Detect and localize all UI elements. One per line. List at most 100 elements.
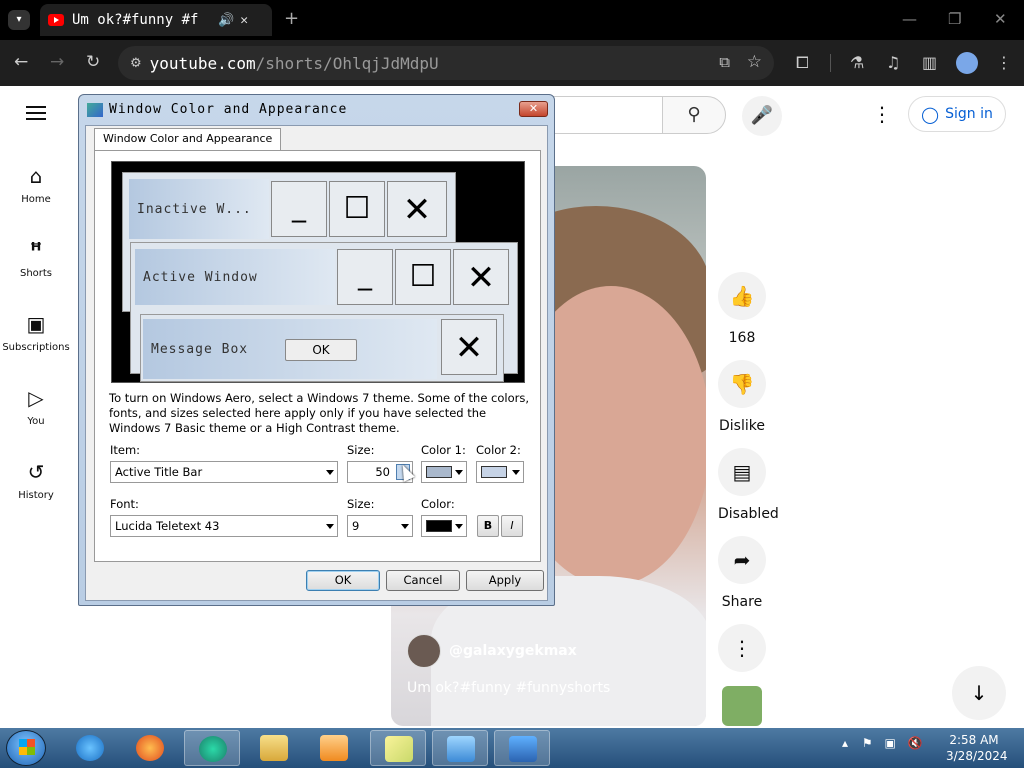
personalization-icon [509, 736, 537, 762]
italic-button[interactable]: I [501, 515, 523, 537]
cancel-button[interactable]: Cancel [386, 570, 460, 591]
font-color-label: Color: [421, 497, 455, 511]
dialog-title: Window Color and Appearance [109, 102, 348, 117]
chevron-down-icon [326, 524, 334, 529]
bookmark-star-icon[interactable]: ☆ [747, 52, 762, 72]
internet-explorer-icon [76, 735, 104, 761]
back-arrow-icon[interactable]: ← [14, 52, 28, 72]
voice-search-button[interactable]: 🎤 [742, 96, 782, 136]
folder-icon [260, 735, 288, 761]
thumbs-down-icon[interactable]: 👎 [718, 360, 766, 408]
more-options-icon[interactable]: ⋮ [872, 102, 892, 126]
taskbar-firefox[interactable] [122, 730, 178, 766]
sidebar-item-home[interactable]: ⌂ Home [0, 164, 72, 205]
item-select[interactable]: Active Title Bar [110, 461, 338, 483]
tray-expand-icon[interactable]: ▴ [842, 736, 848, 750]
tab-close-icon[interactable]: ✕ [240, 13, 248, 28]
preview-message-box[interactable]: Message Box OK ✕ [140, 314, 504, 382]
windows-logo-icon [19, 739, 35, 755]
chrome-menu-icon[interactable]: ⋮ [996, 53, 1012, 72]
labs-flask-icon[interactable]: ⚗ [850, 53, 864, 72]
chevron-down-icon [455, 470, 463, 475]
appearance-preview[interactable]: Inactive W... _ ☐ ✕ Active Window _ ☐ ✕ … [111, 161, 525, 383]
taskbar-sticky-notes[interactable] [370, 730, 426, 766]
next-video-button[interactable]: ↓ [952, 666, 1006, 720]
taskbar-personalization[interactable] [494, 730, 550, 766]
comment-icon[interactable]: ▤ [718, 448, 766, 496]
extensions-icon[interactable]: ⧠ [796, 53, 809, 73]
color1-picker[interactable] [421, 461, 467, 483]
address-bar[interactable]: ⚙ youtube.com/shorts/OhlqjJdMdpU ⧉ ☆ [118, 46, 774, 80]
sidebar-item-history[interactable]: ↺ History [0, 460, 72, 501]
more-vertical-icon[interactable]: ⋮ [718, 624, 766, 672]
search-button[interactable]: ⚲ [662, 96, 726, 134]
tab-title: Um ok?#funny #f [72, 12, 199, 28]
sidebar-item-shorts[interactable]: ꟸ Shorts [0, 238, 72, 279]
account-icon: ◯ [921, 104, 940, 124]
network-icon[interactable]: ▣ [884, 736, 895, 750]
tab-search-chevron-icon[interactable]: ▾ [8, 10, 30, 30]
browser-tab[interactable]: Um ok?#funny #f 🔊 ✕ [40, 4, 272, 36]
font-size-select[interactable]: 9 [347, 515, 413, 537]
apply-button[interactable]: Apply [466, 570, 544, 591]
forward-arrow-icon[interactable]: → [50, 52, 64, 72]
clock-time: 2:58 AM [949, 733, 999, 747]
taskbar-control-panel[interactable] [432, 730, 488, 766]
reload-icon[interactable]: ↻ [86, 52, 100, 72]
new-tab-button[interactable]: + [284, 8, 299, 29]
channel-avatar[interactable] [407, 634, 441, 668]
taskbar-explorer[interactable] [246, 730, 302, 766]
home-icon: ⌂ [29, 164, 43, 188]
font-select[interactable]: Lucida Teletext 43 [110, 515, 338, 537]
history-icon: ↺ [27, 460, 45, 484]
channel-name[interactable]: @galaxygekmax [449, 643, 577, 659]
aero-info-text: To turn on Windows Aero, select a Window… [109, 391, 530, 435]
start-button[interactable] [6, 730, 46, 766]
taskbar-media-player[interactable] [306, 730, 362, 766]
more-actions[interactable]: ⋮ [718, 624, 766, 672]
comments-action[interactable]: ▤ Disabled [718, 448, 779, 522]
ok-button[interactable]: OK [306, 570, 380, 591]
taskbar-internet-explorer[interactable] [62, 730, 118, 766]
window-color-dialog: Window Color and Appearance ✕ Window Col… [78, 94, 555, 606]
taskbar-chrome-app[interactable] [184, 730, 240, 766]
restore-button[interactable]: ❐ [948, 10, 961, 28]
preview-active-close-icon: ✕ [453, 249, 509, 305]
site-info-icon[interactable]: ⚙ [130, 56, 142, 71]
share-action[interactable]: ➦ Share [718, 536, 766, 610]
dislike-action[interactable]: 👎 Dislike [718, 360, 766, 434]
volume-muted-icon[interactable]: 🔇 [908, 736, 923, 750]
url-host: youtube.com [149, 53, 256, 73]
color2-picker[interactable] [476, 461, 524, 483]
dialog-app-icon [87, 103, 103, 117]
you-icon: ▷ [28, 386, 44, 410]
speaker-icon[interactable]: 🔊 [218, 13, 234, 28]
bold-button[interactable]: B [477, 515, 499, 537]
close-window-button[interactable]: ✕ [994, 10, 1007, 28]
font-color-picker[interactable] [421, 515, 467, 537]
channel-info[interactable]: @galaxygekmax [407, 634, 577, 668]
color2-label: Color 2: [476, 443, 521, 457]
preview-minimize-icon: _ [271, 181, 327, 237]
sign-in-button[interactable]: ◯ Sign in [908, 96, 1006, 132]
share-arrow-icon[interactable]: ➦ [718, 536, 766, 584]
sidebar-item-subscriptions[interactable]: ▣ Subscriptions [0, 312, 72, 353]
browser-toolbar: ← → ↻ ⚙ youtube.com/shorts/OhlqjJdMdpU ⧉… [0, 40, 1024, 86]
tab-window-color[interactable]: Window Color and Appearance [94, 128, 282, 150]
action-center-flag-icon[interactable]: ⚑ [862, 736, 873, 750]
side-panel-icon[interactable]: ▥ [922, 53, 937, 72]
menu-hamburger-icon[interactable] [26, 106, 46, 120]
search-input[interactable] [552, 96, 662, 134]
sound-thumbnail[interactable] [722, 686, 762, 726]
sidebar-item-you[interactable]: ▷ You [0, 386, 72, 427]
dialog-close-button[interactable]: ✕ [519, 101, 548, 117]
media-controls-icon[interactable]: ♫ [886, 53, 900, 72]
thumbs-up-icon[interactable]: 👍 [718, 272, 766, 320]
like-action[interactable]: 👍 168 [718, 272, 766, 346]
minimize-button[interactable]: — [902, 10, 917, 28]
video-caption[interactable]: Um ok?#funny #funnyshorts [407, 680, 610, 696]
profile-avatar-icon[interactable] [956, 52, 978, 74]
install-app-icon[interactable]: ⧉ [719, 53, 730, 71]
comments-label: Disabled [718, 506, 779, 522]
system-clock[interactable]: 2:58 AM 3/28/2024 [946, 732, 1008, 764]
